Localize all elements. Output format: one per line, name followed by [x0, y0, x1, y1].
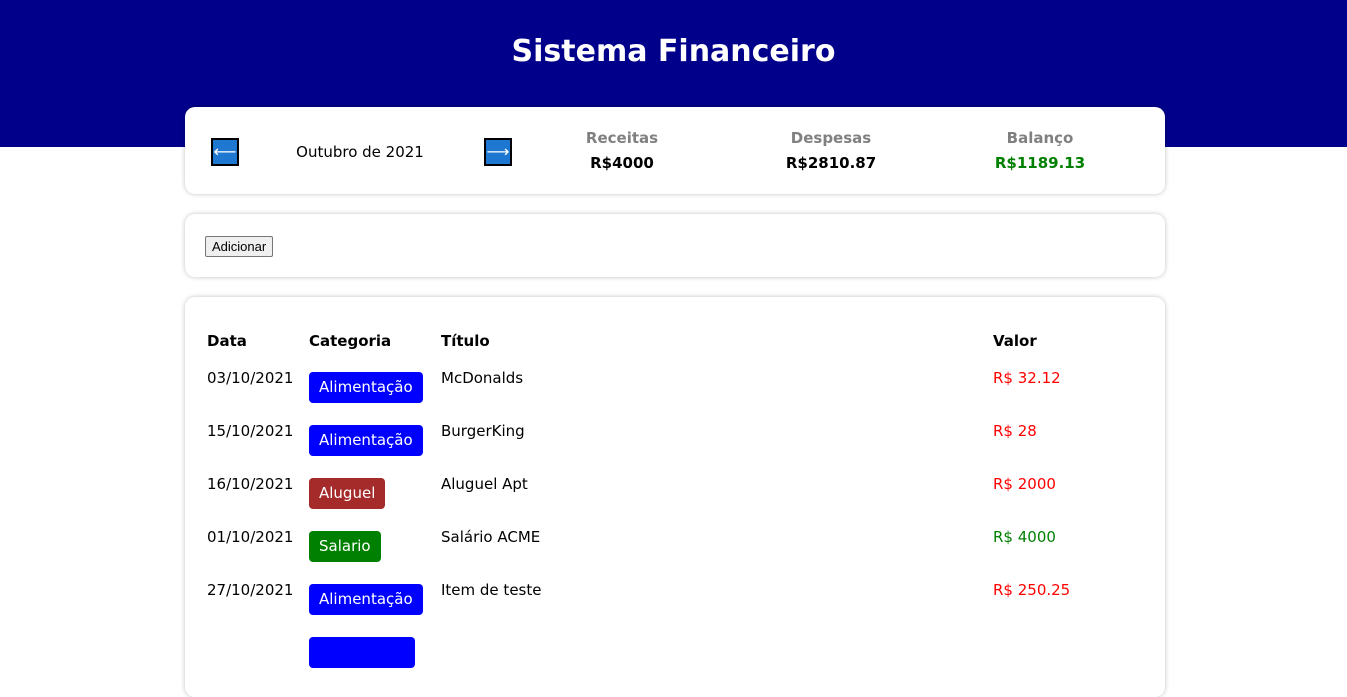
summary-balanco-value: R$1189.13	[994, 154, 1086, 172]
summary-receitas: Receitas R$4000	[522, 127, 722, 174]
summary-despesas-label: Despesas	[790, 129, 872, 147]
table-row: 16/10/2021 Aluguel Aluguel Apt R$ 2000	[185, 403, 1165, 509]
table-row: 03/10/2021 Alimentação McDonalds R$ 32.1…	[185, 297, 1165, 403]
info-area: ⟵ Outubro de 2021 ⟶ Receitas R$4000 Desp…	[185, 107, 1165, 194]
add-area: Adicionar	[185, 214, 1165, 277]
summary-balanco-label: Balanço	[1006, 129, 1074, 147]
summary-despesas-value: R$2810.87	[785, 154, 877, 172]
summary-receitas-value: R$4000	[590, 154, 654, 172]
next-month-button[interactable]: ⟶	[484, 138, 512, 166]
transactions-table: Data Categoria Título Valor 03/10/2021 A…	[185, 297, 1165, 697]
table-row: 01/10/2021 Salario Salário ACME R$ 4000	[185, 456, 1165, 562]
table-row: 15/10/2021 Alimentação BurgerKing R$ 28	[185, 350, 1165, 456]
category-badge	[309, 637, 415, 668]
summary-despesas: Despesas R$2810.87	[731, 127, 931, 174]
summary-balanco: Balanço R$1189.13	[940, 127, 1140, 174]
add-button[interactable]: Adicionar	[205, 236, 274, 257]
arrow-left-icon: ⟵	[213, 142, 237, 161]
prev-month-button[interactable]: ⟵	[211, 138, 239, 166]
table-row-partial	[185, 562, 1165, 668]
page-title: Sistema Financeiro	[511, 34, 836, 69]
summary-receitas-label: Receitas	[585, 129, 659, 147]
arrow-right-icon: ⟶	[486, 142, 510, 161]
current-month: Outubro de 2021	[296, 143, 424, 161]
table-row: 27/10/2021 Alimentação Item de teste R$ …	[185, 509, 1165, 615]
